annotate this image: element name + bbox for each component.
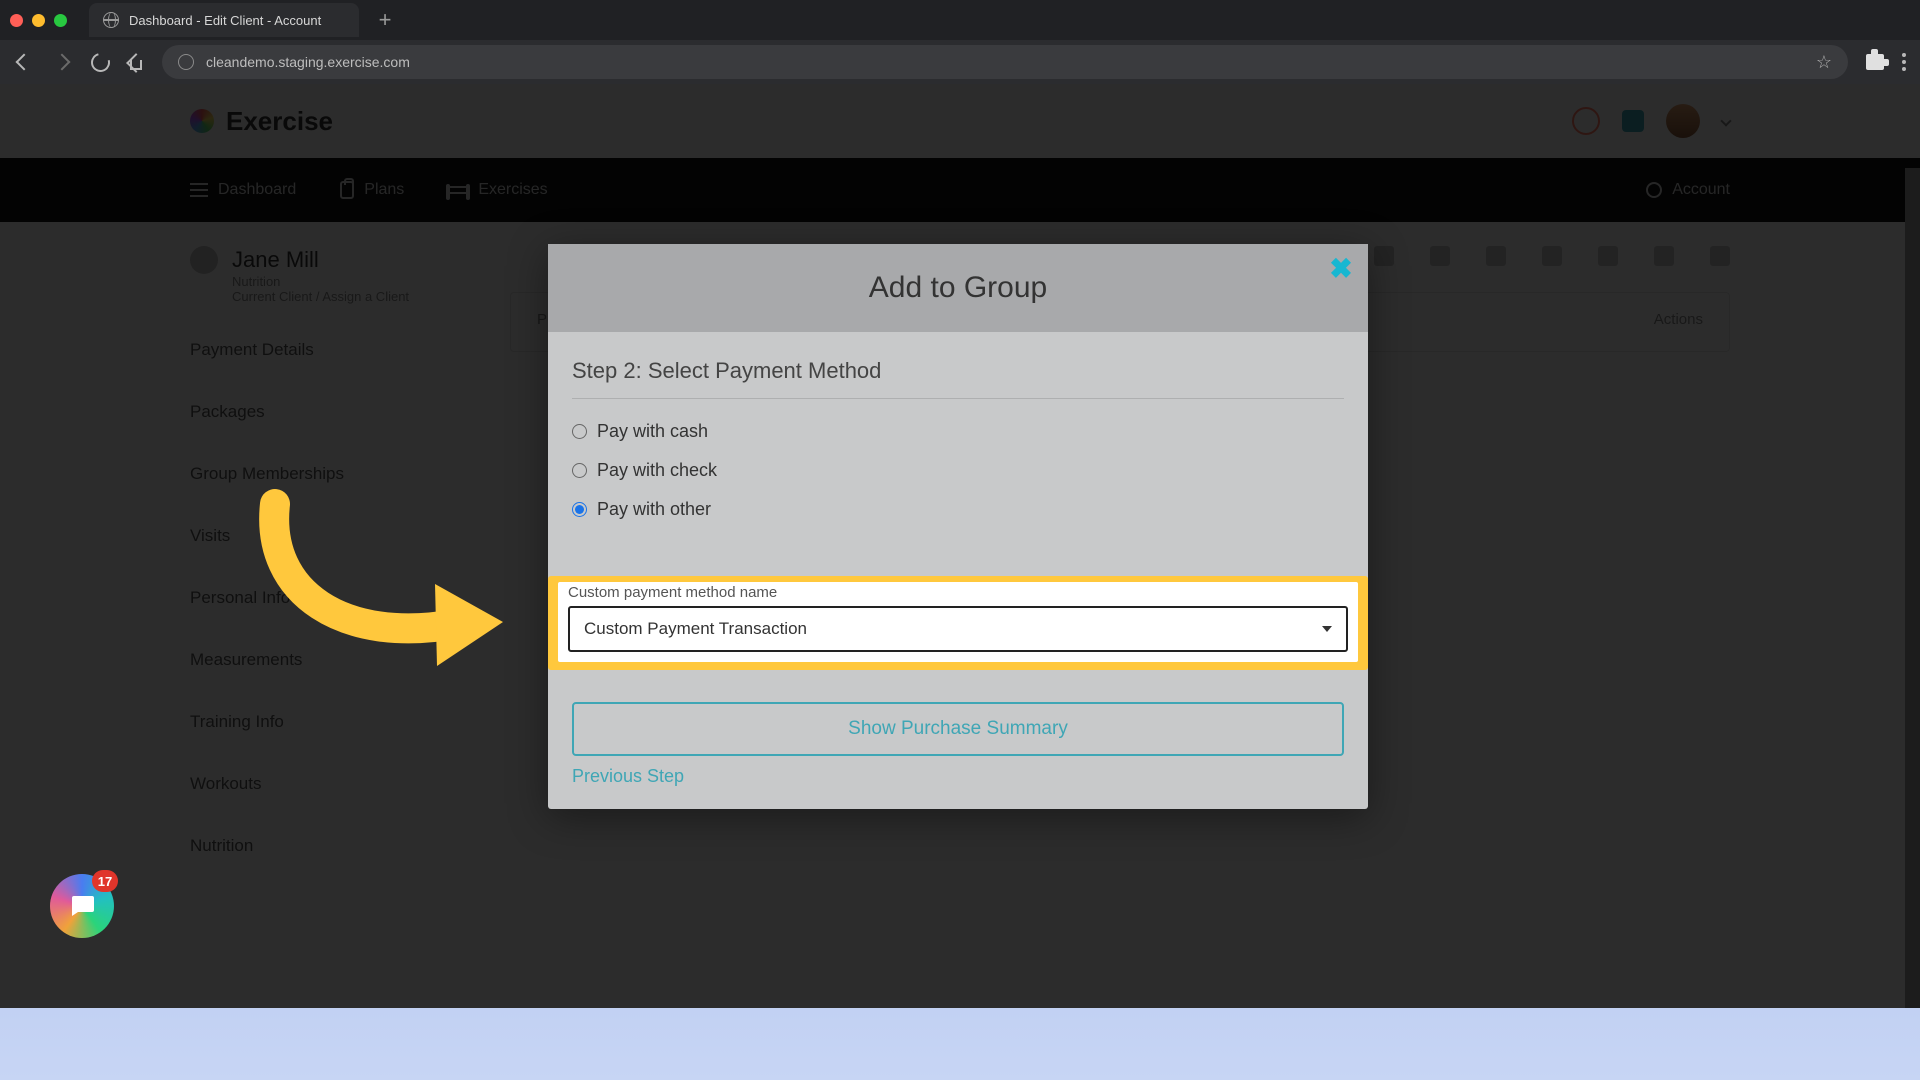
browser-toolbar: cleandemo.staging.exercise.com ☆ [0, 40, 1920, 84]
pay-other-label: Pay with other [597, 499, 711, 520]
site-info-icon [178, 54, 194, 70]
minimize-window-icon[interactable] [32, 14, 45, 27]
back-button[interactable] [14, 52, 34, 72]
home-button[interactable] [128, 54, 144, 70]
new-tab-button[interactable]: + [371, 7, 399, 33]
modal-close-button[interactable]: ✖ [1328, 252, 1354, 285]
chat-unread-badge: 17 [92, 870, 118, 892]
modal-title: Add to Group [869, 271, 1047, 305]
pay-check-option[interactable]: Pay with check [572, 460, 1344, 481]
maximize-window-icon[interactable] [54, 14, 67, 27]
browser-tab[interactable]: Dashboard - Edit Client - Account [89, 3, 359, 37]
add-to-group-modal: Add to Group ✖ Step 2: Select Payment Me… [548, 244, 1368, 809]
step-heading: Step 2: Select Payment Method [572, 358, 1344, 384]
scrollbar[interactable] [1905, 168, 1920, 1008]
pay-cash-radio[interactable] [572, 424, 587, 439]
pay-check-label: Pay with check [597, 460, 717, 481]
extensions-icon[interactable] [1866, 54, 1884, 70]
pay-other-option[interactable]: Pay with other [572, 499, 1344, 520]
globe-icon [103, 12, 119, 28]
reload-button[interactable] [90, 52, 110, 72]
forward-button[interactable] [52, 52, 72, 72]
url-bar[interactable]: cleandemo.staging.exercise.com ☆ [162, 45, 1848, 79]
modal-header: Add to Group ✖ [548, 244, 1368, 332]
highlight-annotation: Custom payment method name Custom Paymen… [548, 576, 1368, 670]
window-controls [10, 14, 67, 27]
pay-check-radio[interactable] [572, 463, 587, 478]
tab-title: Dashboard - Edit Client - Account [129, 13, 321, 28]
url-text: cleandemo.staging.exercise.com [206, 54, 410, 70]
modal-body: Step 2: Select Payment Method Pay with c… [548, 332, 1368, 809]
pay-cash-option[interactable]: Pay with cash [572, 421, 1344, 442]
pay-cash-label: Pay with cash [597, 421, 708, 442]
pay-other-radio[interactable] [572, 502, 587, 517]
close-window-icon[interactable] [10, 14, 23, 27]
custom-payment-label: Custom payment method name [568, 584, 1348, 601]
tab-strip: Dashboard - Edit Client - Account + [0, 0, 1920, 40]
chat-launcher[interactable]: 17 [50, 874, 114, 938]
previous-step-link[interactable]: Previous Step [572, 766, 684, 787]
bookmark-icon[interactable]: ☆ [1816, 52, 1832, 73]
browser-window: Dashboard - Edit Client - Account + clea… [0, 0, 1920, 1008]
divider [572, 398, 1344, 399]
custom-payment-select[interactable]: Custom Payment Transaction [568, 606, 1348, 652]
custom-payment-value: Custom Payment Transaction [584, 619, 807, 639]
chat-icon [70, 896, 94, 916]
show-purchase-summary-button[interactable]: Show Purchase Summary [572, 702, 1344, 756]
browser-menu-icon[interactable] [1902, 53, 1906, 71]
app-viewport: Exercise Dashboard Plans Exercises Accou… [0, 84, 1920, 1008]
